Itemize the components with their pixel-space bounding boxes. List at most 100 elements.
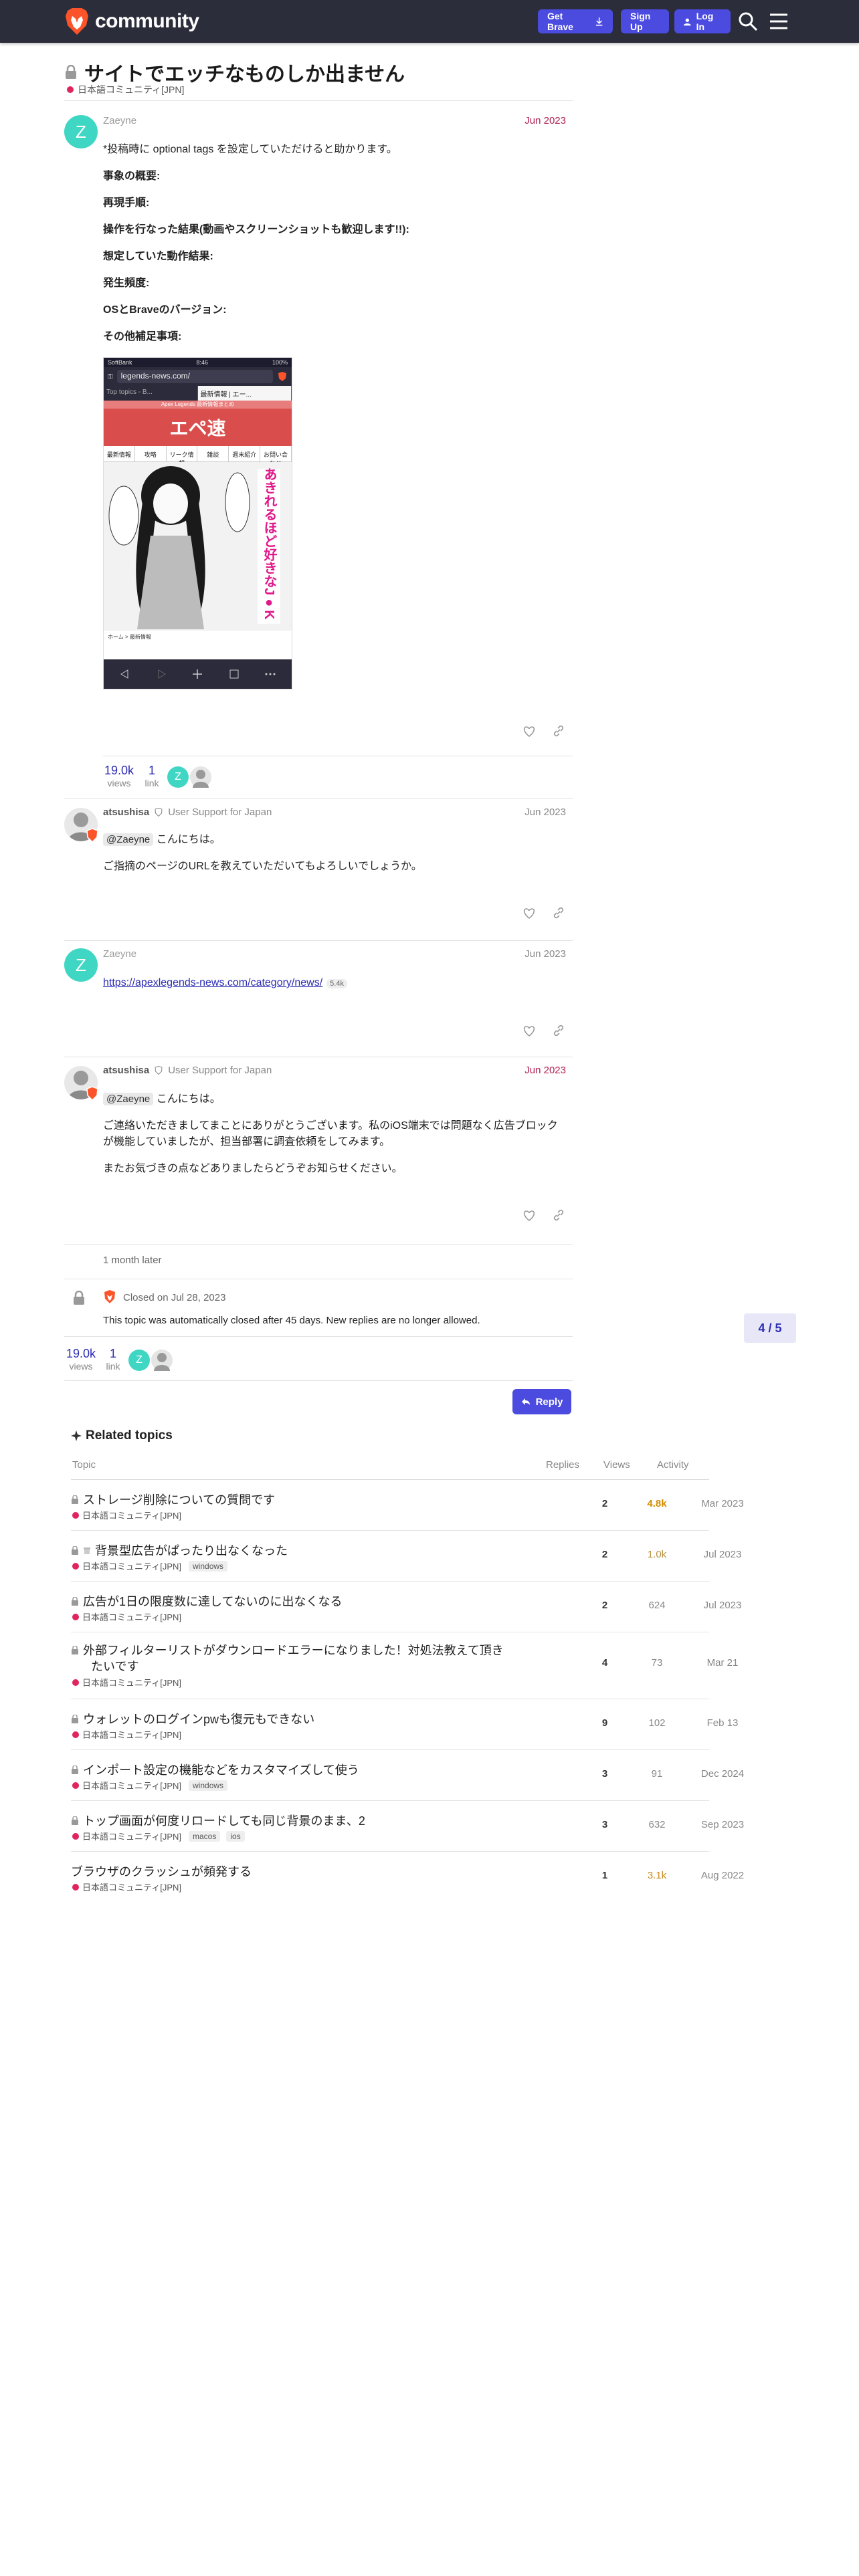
user-title: User Support for Japan xyxy=(168,1065,272,1076)
user-mention[interactable]: @Zaeyne xyxy=(103,1093,154,1105)
manga-caption: あきれるほど好きなJ●K xyxy=(262,467,276,620)
like-heart-icon[interactable] xyxy=(522,1208,537,1222)
external-link[interactable]: https://apexlegends-news.com/category/ne… xyxy=(103,977,322,988)
category-badge[interactable]: 日本語コミュニティ[JPN] xyxy=(72,1610,181,1623)
activity-date[interactable]: Feb 13 xyxy=(689,1717,756,1729)
post-date[interactable]: Jun 2023 xyxy=(486,1065,566,1076)
post-date[interactable]: Jun 2023 xyxy=(486,115,566,126)
share-link-icon[interactable] xyxy=(551,1023,566,1038)
topic-tag[interactable]: ios xyxy=(226,1830,245,1842)
user-mention[interactable]: @Zaeyne xyxy=(103,833,154,846)
like-heart-icon[interactable] xyxy=(522,724,537,738)
site-nav-item: 雑談 xyxy=(197,446,229,461)
share-link-icon[interactable] xyxy=(551,905,566,920)
topic-tag[interactable]: windows xyxy=(189,1780,228,1791)
topic-link[interactable]: インポート設定の機能などをカスタマイズして使う xyxy=(71,1761,359,1778)
table-row[interactable]: 背景型広告がぱったり出なくなった 日本語コミュニティ[JPN] windows 2… xyxy=(71,1530,741,1581)
table-row[interactable]: ウォレットのログインpwも復元もできない 日本語コミュニティ[JPN] 9 10… xyxy=(71,1699,738,1749)
sign-up-button[interactable]: Sign Up xyxy=(621,9,669,33)
topic-title: ウォレットのログインpwも復元もできない xyxy=(83,1713,315,1726)
post-meta: atsushisa User Support for Japan xyxy=(103,807,272,818)
category-badge[interactable]: 日本語コミュニティ[JPN] xyxy=(72,1676,181,1689)
topic-link[interactable]: ウォレットのログインpwも復元もできない xyxy=(71,1710,314,1727)
topic-progress-indicator[interactable]: 4 / 5 xyxy=(744,1313,796,1343)
post-text: またお気づきの点などありましたらどうぞお知らせください。 xyxy=(103,1163,403,1174)
topic-title-continued[interactable]: たいです xyxy=(91,1657,138,1675)
column-header-topic[interactable]: Topic xyxy=(72,1459,96,1471)
share-link-icon[interactable] xyxy=(551,1208,566,1222)
table-row[interactable]: インポート設定の機能などをカスタマイズして使う 日本語コミュニティ[JPN] wi… xyxy=(71,1749,744,1800)
username[interactable]: atsushisa xyxy=(103,1065,149,1076)
category-badge[interactable]: 日本語コミュニティ[JPN] xyxy=(72,1881,181,1893)
column-header-activity[interactable]: Activity xyxy=(657,1459,689,1471)
site-nav-item: 最新情報 xyxy=(104,446,135,461)
like-heart-icon[interactable] xyxy=(522,1023,537,1038)
activity-date[interactable]: Jul 2023 xyxy=(689,1600,756,1611)
post-text: @Zaeyne こんにちは。 xyxy=(103,1091,221,1107)
category-color-dot xyxy=(72,1883,79,1891)
greeting-text: こんにちは。 xyxy=(156,834,221,845)
participant-avatar[interactable]: Z xyxy=(128,1350,150,1371)
column-header-views[interactable]: Views xyxy=(603,1459,630,1471)
table-row[interactable]: ストレージ削除についての質問です 日本語コミュニティ[JPN] 2 4.8k M… xyxy=(71,1479,744,1530)
post-date[interactable]: Jun 2023 xyxy=(486,807,566,818)
sign-up-label: Sign Up xyxy=(630,11,651,32)
topic-category-badge[interactable]: 日本語コミュニティ[JPN] xyxy=(67,83,184,96)
category-badge[interactable]: 日本語コミュニティ[JPN] macos ios xyxy=(72,1830,245,1842)
site-nav-item: 攻略 xyxy=(135,446,167,461)
activity-date[interactable]: Aug 2022 xyxy=(689,1870,756,1881)
views-count: 73 xyxy=(651,1657,663,1669)
template-heading: 再現手順: xyxy=(103,197,150,209)
like-heart-icon[interactable] xyxy=(522,905,537,920)
category-name: 日本語コミュニティ[JPN] xyxy=(82,1730,182,1740)
topic-tag[interactable]: macos xyxy=(189,1830,221,1842)
table-row[interactable]: トップ画面が何度リロードしても同じ背景のまま、2 日本語コミュニティ[JPN] m… xyxy=(71,1800,744,1851)
participant-avatar[interactable] xyxy=(151,1350,173,1371)
table-row[interactable]: 外部フィルターリストがダウンロードエラーになりました！対処法教えて頂き たいです… xyxy=(71,1632,738,1699)
divider xyxy=(64,1336,573,1337)
username[interactable]: Zaeyne xyxy=(103,948,136,960)
column-header-replies[interactable]: Replies xyxy=(546,1459,579,1471)
avatar[interactable]: Z xyxy=(64,115,98,148)
hamburger-menu-icon[interactable] xyxy=(768,11,789,32)
activity-date[interactable]: Mar 2023 xyxy=(689,1498,756,1509)
avatar[interactable]: Z xyxy=(64,948,98,982)
table-row[interactable]: ブラウザのクラッシュが頻発する 日本語コミュニティ[JPN] 1 3.1k Au… xyxy=(71,1851,744,1902)
topic-link[interactable]: ブラウザのクラッシュが頻発する xyxy=(71,1862,252,1880)
topic-link[interactable]: 背景型広告がぱったり出なくなった xyxy=(71,1541,288,1559)
post-date[interactable]: Jun 2023 xyxy=(486,948,566,960)
participant-avatar[interactable]: Z xyxy=(167,766,189,788)
links-stat[interactable]: 1 link xyxy=(142,764,162,788)
activity-date[interactable]: Sep 2023 xyxy=(689,1819,756,1830)
topic-tag[interactable]: windows xyxy=(189,1560,228,1572)
activity-date[interactable]: Dec 2024 xyxy=(689,1768,756,1780)
brave-community-logo[interactable]: community xyxy=(64,7,199,36)
log-in-button[interactable]: Log In xyxy=(674,9,731,33)
topic-link[interactable]: 広告が1日の限度数に達してないのに出なくなる xyxy=(71,1592,342,1610)
activity-date[interactable]: Mar 21 xyxy=(689,1657,756,1669)
brave-shield-icon xyxy=(278,372,286,381)
category-badge[interactable]: 日本語コミュニティ[JPN] windows xyxy=(72,1779,228,1792)
table-row[interactable]: 広告が1日の限度数に達してないのに出なくなる 日本語コミュニティ[JPN] 2 … xyxy=(71,1581,741,1632)
post-screenshot-image[interactable]: SoftBank 8:46 100% ⚿ legends-news.com/ T… xyxy=(103,357,292,689)
participant-avatar[interactable] xyxy=(190,766,211,788)
category-badge[interactable]: 日本語コミュニティ[JPN] windows xyxy=(72,1560,228,1572)
views-count: 1.0k xyxy=(647,1549,667,1560)
username[interactable]: Zaeyne xyxy=(103,115,136,126)
links-stat[interactable]: 1 link xyxy=(103,1347,123,1372)
share-link-icon[interactable] xyxy=(551,724,566,738)
topic-link[interactable]: トップ画面が何度リロードしても同じ背景のまま、2 xyxy=(71,1812,365,1829)
activity-date[interactable]: Jul 2023 xyxy=(689,1549,756,1560)
category-badge[interactable]: 日本語コミュニティ[JPN] xyxy=(72,1728,181,1741)
topic-link[interactable]: 外部フィルターリストがダウンロードエラーになりました！対処法教えて頂き xyxy=(71,1641,504,1658)
views-stat: 19.0k views xyxy=(64,1347,98,1372)
divider xyxy=(64,940,573,941)
username[interactable]: atsushisa xyxy=(103,807,149,818)
reply-button[interactable]: Reply xyxy=(512,1389,571,1414)
get-brave-button[interactable]: Get Brave xyxy=(538,9,613,33)
category-badge[interactable]: 日本語コミュニティ[JPN] xyxy=(72,1509,181,1521)
search-icon[interactable] xyxy=(737,11,759,32)
download-icon xyxy=(595,17,603,26)
phone-url-bar: ⚿ legends-news.com/ xyxy=(104,367,292,386)
topic-link[interactable]: ストレージ削除についての質問です xyxy=(71,1491,275,1508)
